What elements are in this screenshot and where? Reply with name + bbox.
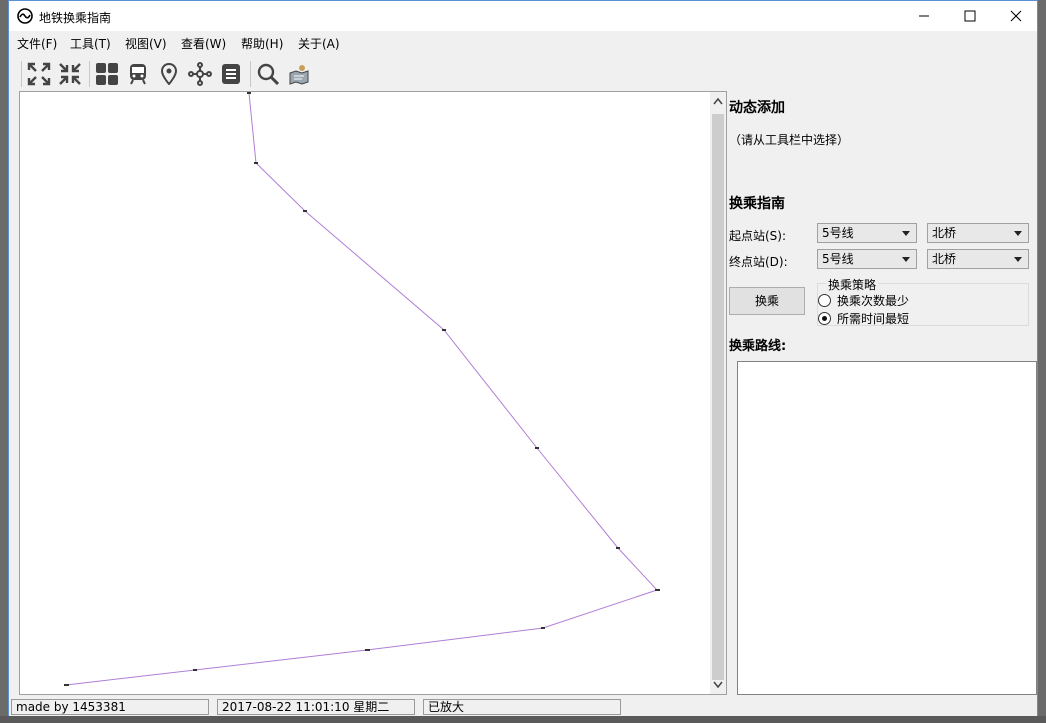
- menu-look[interactable]: 查看(W): [181, 35, 226, 52]
- menu-tools[interactable]: 工具(T): [70, 35, 111, 52]
- dynamic-add-heading: 动态添加: [729, 100, 785, 116]
- chevron-down-icon: [1014, 257, 1022, 262]
- status-bar: made by 1453381 2017-08-22 11:01:10 星期二 …: [9, 697, 1037, 717]
- shrink-icon[interactable]: [57, 61, 83, 87]
- menu-view[interactable]: 视图(V): [125, 35, 167, 52]
- window-title: 地铁换乘指南: [39, 11, 112, 25]
- station-marker[interactable]: [655, 589, 660, 591]
- toolbar-separator: [250, 61, 251, 87]
- chevron-down-icon: [902, 231, 910, 236]
- side-panel: 动态添加 （请从工具栏中选择） 换乘指南 起点站(S): 5号线 北桥 终点站(…: [727, 91, 1039, 701]
- station-marker[interactable]: [64, 684, 69, 686]
- chevron-down-icon: [902, 257, 910, 262]
- status-zoom: 已放大: [423, 699, 621, 715]
- close-icon: [1010, 10, 1022, 22]
- radio-unchecked-icon: [818, 294, 831, 307]
- toolbar-grip: [21, 61, 22, 87]
- main-window: 地铁换乘指南 文件(F) 工具(T) 视图(V) 查看(W) 帮助(H) 关于(…: [8, 0, 1039, 717]
- start-line-select[interactable]: 5号线: [817, 223, 917, 243]
- station-marker[interactable]: [254, 162, 258, 164]
- strategy-opt2-label: 所需时间最短: [837, 312, 910, 326]
- toolbar: [9, 57, 1037, 91]
- menu-about[interactable]: 关于(A): [298, 35, 340, 52]
- close-button[interactable]: [993, 1, 1039, 31]
- list-icon[interactable]: [218, 61, 244, 87]
- end-line-value: 5号线: [822, 252, 854, 266]
- start-station-value: 北桥: [932, 226, 957, 240]
- station-marker[interactable]: [616, 547, 620, 549]
- strategy-title: 换乘策略: [826, 276, 879, 293]
- end-station-select[interactable]: 北桥: [927, 249, 1029, 269]
- start-line-value: 5号线: [822, 226, 854, 240]
- station-marker[interactable]: [193, 669, 197, 671]
- scroll-up-icon[interactable]: [713, 97, 723, 105]
- title-bar: 地铁换乘指南: [9, 1, 1037, 31]
- start-station-label: 起点站(S):: [729, 229, 787, 243]
- scrollbar-thumb[interactable]: [712, 114, 724, 680]
- train-icon[interactable]: [125, 61, 151, 87]
- strategy-groupbox: 换乘策略 换乘次数最少 所需时间最短: [817, 276, 1029, 327]
- end-station-value: 北桥: [932, 252, 957, 266]
- chevron-down-icon: [1014, 231, 1022, 236]
- end-line-select[interactable]: 5号线: [817, 249, 917, 269]
- maximize-button[interactable]: [947, 1, 993, 31]
- toolbar-separator: [89, 61, 90, 87]
- dynamic-add-hint: （请从工具栏中选择）: [729, 133, 850, 147]
- maximize-icon: [964, 10, 976, 22]
- subway-logo-icon: [17, 8, 33, 24]
- route-result-box[interactable]: [737, 361, 1037, 695]
- desktop-background: [0, 716, 1046, 723]
- minimize-icon: [919, 15, 929, 17]
- radio-checked-icon: [818, 312, 831, 325]
- status-datetime: 2017-08-22 11:01:10 星期二: [217, 699, 415, 715]
- strategy-shortest-time-radio[interactable]: 所需时间最短: [818, 310, 909, 327]
- menu-bar: 文件(F) 工具(T) 视图(V) 查看(W) 帮助(H) 关于(A): [9, 31, 1037, 55]
- strategy-fewest-transfers-radio[interactable]: 换乘次数最少: [818, 292, 909, 309]
- subway-line-path: [65, 92, 658, 686]
- map-vertical-scrollbar[interactable]: [710, 92, 726, 694]
- station-marker[interactable]: [303, 210, 307, 212]
- scroll-down-icon[interactable]: [713, 681, 723, 689]
- end-station-label: 终点站(D):: [729, 255, 788, 269]
- transfer-guide-heading: 换乘指南: [729, 196, 785, 212]
- transfer-button[interactable]: 换乘: [729, 287, 805, 315]
- station-marker[interactable]: [541, 627, 545, 629]
- location-pin-icon[interactable]: [156, 61, 182, 87]
- minimize-button[interactable]: [901, 1, 947, 31]
- station-marker[interactable]: [365, 649, 370, 651]
- station-marker[interactable]: [247, 92, 251, 94]
- subway-map[interactable]: [20, 92, 710, 694]
- route-heading: 换乘路线:: [729, 339, 787, 354]
- map-view[interactable]: [19, 91, 727, 695]
- network-icon[interactable]: [187, 61, 213, 87]
- status-author: made by 1453381: [11, 699, 209, 715]
- menu-help[interactable]: 帮助(H): [241, 35, 283, 52]
- strategy-opt1-label: 换乘次数最少: [837, 294, 910, 308]
- grid-icon[interactable]: [94, 61, 120, 87]
- expand-icon[interactable]: [26, 61, 52, 87]
- station-marker[interactable]: [442, 329, 446, 331]
- station-marker[interactable]: [535, 447, 539, 449]
- start-station-select[interactable]: 北桥: [927, 223, 1029, 243]
- menu-file[interactable]: 文件(F): [17, 35, 57, 52]
- search-icon[interactable]: [255, 61, 281, 87]
- map-icon[interactable]: [286, 61, 312, 87]
